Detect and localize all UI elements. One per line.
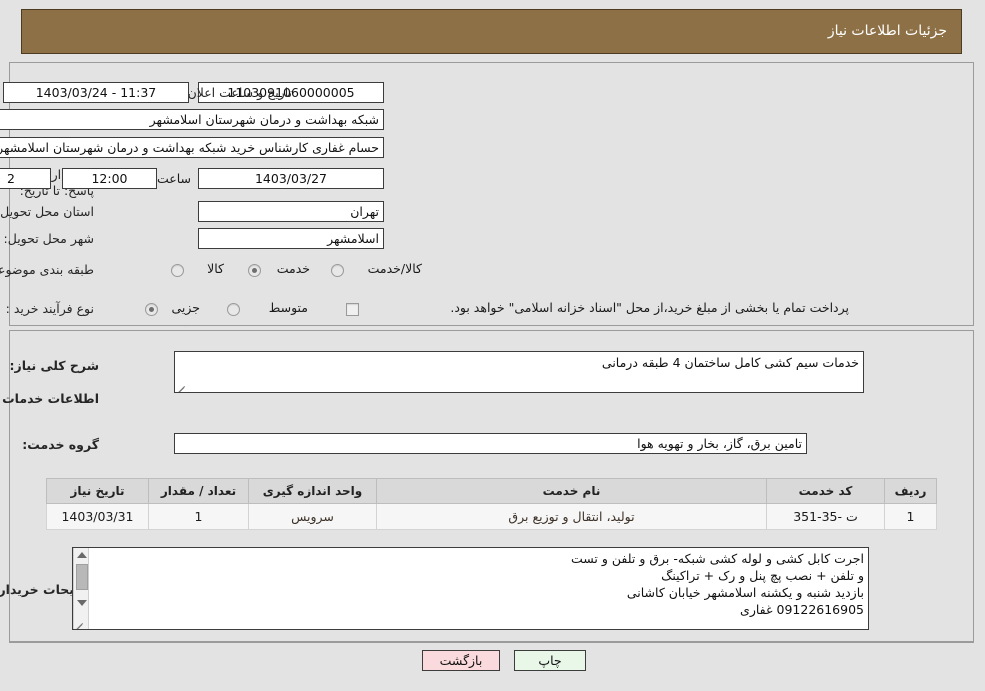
cell-need-date: 1403/03/31: [47, 503, 150, 530]
cell-service-name: تولید، انتقال و توزیع برق: [377, 503, 768, 530]
delivery-province-value[interactable]: تهران: [199, 201, 385, 222]
buyer-notes-scrollbar[interactable]: [74, 548, 90, 629]
buyer-notes-textarea[interactable]: اجرت کابل کشی و لوله کشی شبکه- برق و تلف…: [73, 547, 870, 630]
general-description-label: شرح کلی نیاز:: [10, 358, 100, 373]
th-quantity: تعداد / مقدار: [149, 478, 250, 504]
radio-category-kala[interactable]: [172, 264, 185, 277]
scrollbar-thumb[interactable]: [77, 564, 89, 590]
subject-category-label: طبقه بندی موضوعی:: [0, 262, 95, 277]
buyer-notes-line-3: بازدید شنبه و یکشنه اسلامشهر خیابان کاشا…: [627, 585, 865, 600]
general-description-value: خدمات سیم کشی کامل ساختمان 4 طبقه درمانی: [602, 355, 860, 370]
services-section-heading: اطلاعات خدمات مورد نیاز: [0, 391, 100, 406]
th-unit: واحد اندازه گیری: [249, 478, 378, 504]
radio-category-kala-khedmat[interactable]: [332, 264, 345, 277]
th-row-no: ردیف: [885, 478, 938, 504]
cell-service-code: ت -35-351: [767, 503, 886, 530]
buyer-notes-line-1: اجرت کابل کشی و لوله کشی شبکه- برق و تلف…: [572, 551, 865, 566]
table-header-row: ردیف کد خدمت نام خدمت واحد اندازه گیری ت…: [47, 478, 938, 504]
radio-category-kala-khedmat-label: کالا/خدمت: [368, 261, 423, 276]
buyer-org-value[interactable]: شبکه بهداشت و درمان شهرستان اسلامشهر: [0, 109, 385, 130]
announce-datetime-value[interactable]: 11:37 - 1403/03/24: [4, 82, 190, 103]
cell-quantity: 1: [149, 503, 250, 530]
resize-grip-icon[interactable]: [178, 382, 187, 391]
service-group-value[interactable]: تامین برق، گاز، بخار و تهویه هوا: [175, 433, 808, 454]
th-service-name: نام خدمت: [377, 478, 768, 504]
th-service-code: کد خدمت: [767, 478, 886, 504]
radio-category-khedmat-label: خدمت: [277, 261, 311, 276]
service-group-label: گروه خدمت:: [23, 437, 100, 452]
page-root: AriaTender.net جزئیات اطلاعات نیاز شماره…: [0, 0, 985, 691]
footer-divider: [10, 642, 975, 643]
radio-process-jozii[interactable]: [146, 303, 159, 316]
deadline-date-value[interactable]: 1403/03/27: [199, 168, 385, 189]
delivery-province-label: استان محل تحویل:: [0, 204, 95, 219]
request-creator-value[interactable]: حسام غفاری کارشناس خرید شبکه بهداشت و در…: [0, 137, 385, 158]
radio-process-motavasset-label: متوسط: [269, 300, 309, 315]
radio-process-motavasset[interactable]: [228, 303, 241, 316]
buyer-notes-line-4: 09122616905 غفاری: [741, 602, 865, 617]
treasury-documents-checkbox[interactable]: [347, 303, 360, 316]
deadline-time-value[interactable]: 12:00: [63, 168, 158, 189]
cell-row-no: 1: [885, 503, 938, 530]
treasury-documents-label: پرداخت تمام یا بخشی از مبلغ خرید،از محل …: [451, 300, 850, 315]
delivery-city-label: شهر محل تحویل:: [4, 231, 95, 246]
days-remaining-value[interactable]: 2: [0, 168, 52, 189]
page-title: جزئیات اطلاعات نیاز: [828, 23, 948, 39]
general-description-textarea[interactable]: خدمات سیم کشی کامل ساختمان 4 طبقه درمانی: [175, 351, 865, 393]
hour-word-label: ساعت: [157, 171, 192, 186]
scroll-down-arrow-icon[interactable]: [78, 600, 88, 606]
print-button[interactable]: چاپ: [515, 650, 587, 671]
back-button[interactable]: بازگشت: [423, 650, 501, 671]
table-row: 1 ت -35-351 تولید، انتقال و توزیع برق سر…: [47, 503, 938, 530]
buyer-notes-line-2: و تلفن + نصب پچ پنل و رک + تراکینگ: [662, 568, 865, 583]
radio-category-kala-label: کالا: [208, 261, 225, 276]
services-table: ردیف کد خدمت نام خدمت واحد اندازه گیری ت…: [47, 478, 938, 530]
radio-category-khedmat[interactable]: [249, 264, 262, 277]
cell-unit: سرویس: [249, 503, 378, 530]
delivery-city-value[interactable]: اسلامشهر: [199, 228, 385, 249]
page-header-bar: جزئیات اطلاعات نیاز: [22, 9, 963, 54]
purchase-process-label: نوع فرآیند خرید :: [6, 301, 95, 316]
scroll-up-arrow-icon[interactable]: [78, 552, 88, 558]
th-need-date: تاریخ نیاز: [47, 478, 150, 504]
radio-process-jozii-label: جزیی: [172, 300, 201, 315]
buyer-notes-resize-grip-icon[interactable]: [76, 619, 85, 628]
